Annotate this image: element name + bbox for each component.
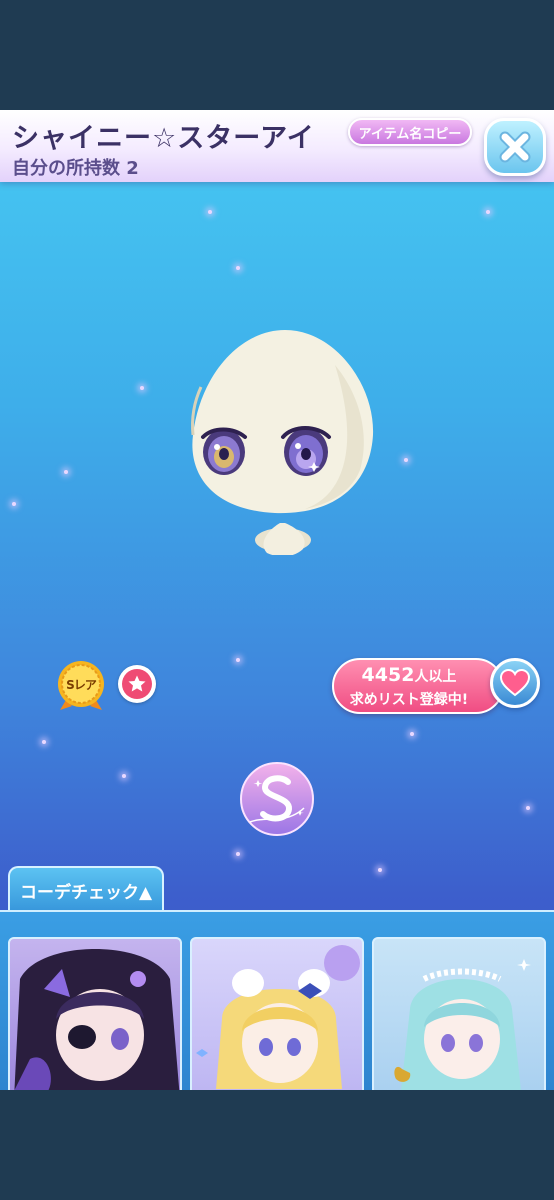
owned-count: 2	[126, 158, 139, 179]
item-header: シャイニー☆スターアイ 自分の所持数 2 アイテム名コピー	[0, 110, 554, 182]
coord-avatar-image	[196, 945, 360, 1089]
sparkle	[64, 470, 68, 474]
rarity-badge: Sレア	[54, 658, 108, 712]
favorite-star-fill	[122, 669, 152, 699]
sparkle	[486, 210, 490, 214]
sparkle	[410, 732, 414, 736]
wish-status-text: 求めリスト登録中!	[349, 692, 469, 708]
stella-logo-icon	[240, 762, 314, 836]
add-to-wish-list-button[interactable]	[490, 658, 540, 708]
sparkle	[236, 266, 240, 270]
sparkle	[378, 868, 382, 872]
sparkle	[12, 502, 16, 506]
coord-check-panel	[0, 910, 554, 1090]
favorite-star-button[interactable]	[118, 665, 156, 703]
rarity-label: Sレア	[66, 678, 97, 692]
item-preview-face	[191, 330, 374, 555]
sparkle	[42, 740, 46, 744]
item-name: シャイニー☆スターアイ	[12, 123, 315, 154]
copy-item-name-button[interactable]: アイテム名コピー	[348, 118, 472, 146]
sparkle	[526, 806, 530, 810]
sparkle	[236, 852, 240, 856]
close-icon	[499, 131, 531, 163]
coord-thumbnail[interactable]	[8, 937, 182, 1090]
wish-count-line: 4452人以上	[334, 664, 484, 686]
heart-icon	[500, 669, 530, 697]
wish-list-pill: 4452人以上 求めリスト登録中!	[332, 658, 504, 714]
status-bar-area	[0, 0, 554, 110]
sparkle	[140, 386, 144, 390]
coord-thumbnail[interactable]	[372, 937, 546, 1090]
wish-count-suffix: 人以上	[414, 669, 457, 685]
star-icon	[128, 675, 146, 692]
tab-coord-check[interactable]: コーデチェック▲	[8, 866, 164, 912]
coord-thumbnail[interactable]	[190, 937, 364, 1090]
coord-avatar-image	[394, 959, 531, 1090]
close-button[interactable]	[484, 118, 546, 176]
owned-count-line: 自分の所持数 2	[12, 154, 139, 180]
wish-count: 4452	[361, 664, 415, 686]
sparkle	[236, 658, 240, 662]
sparkle	[122, 774, 126, 778]
owned-label: 自分の所持数	[12, 158, 120, 179]
coord-avatar-image	[14, 949, 180, 1090]
sparkle	[208, 210, 212, 214]
sparkle	[404, 458, 408, 462]
item-detail-stage: シャイニー☆スターアイ 自分の所持数 2 アイテム名コピー Sレア 4452人以…	[0, 110, 554, 1090]
home-indicator-area	[0, 1090, 554, 1200]
